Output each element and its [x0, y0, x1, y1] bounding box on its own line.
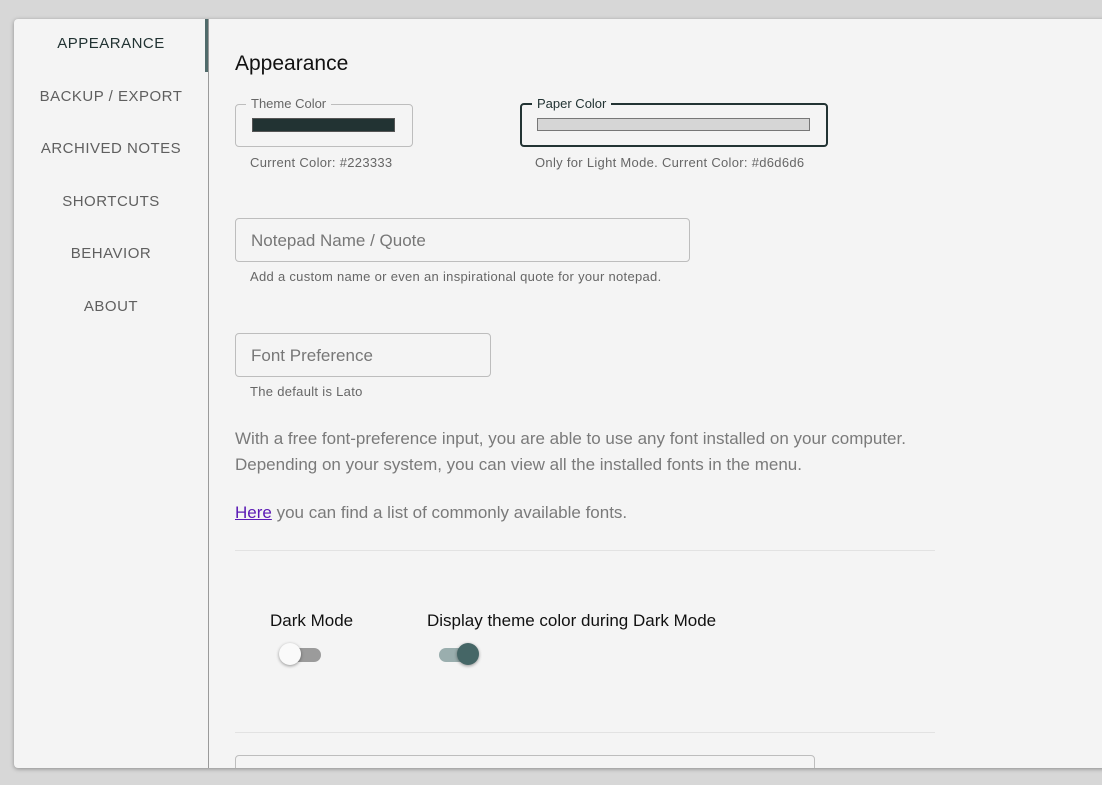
sidebar-item-backup-export[interactable]: BACKUP / EXPORT — [14, 88, 208, 105]
section-divider-2 — [235, 732, 935, 733]
appearance-panel: Appearance Theme Color Current Color: #2… — [235, 19, 1102, 768]
notepad-name-helper: Add a custom name or even an inspiration… — [250, 269, 662, 284]
theme-dark-mode-toggle[interactable] — [439, 643, 483, 667]
theme-color-swatch[interactable] — [252, 118, 395, 132]
sidebar-item-archived-notes[interactable]: ARCHIVED NOTES — [14, 140, 208, 157]
paper-color-label: Paper Color — [532, 96, 612, 112]
sidebar-item-appearance[interactable]: APPEARANCE — [14, 35, 208, 52]
theme-color-field[interactable]: Theme Color — [235, 96, 413, 147]
settings-sidebar: APPEARANCE BACKUP / EXPORT ARCHIVED NOTE… — [14, 19, 209, 768]
paper-color-swatch[interactable] — [537, 118, 810, 131]
theme-dark-mode-label: Display theme color during Dark Mode — [427, 611, 717, 630]
fonts-list-link[interactable]: Here — [235, 503, 272, 522]
notepad-name-placeholder: Notepad Name / Quote — [251, 231, 426, 250]
page-title: Appearance — [235, 52, 349, 75]
sidebar-item-about[interactable]: ABOUT — [14, 298, 208, 315]
font-preference-input[interactable]: Font Preference — [235, 333, 491, 377]
dark-mode-thumb[interactable] — [279, 643, 301, 665]
theme-color-helper: Current Color: #223333 — [250, 155, 393, 170]
paper-color-field[interactable]: Paper Color — [520, 96, 828, 147]
paper-color-helper: Only for Light Mode. Current Color: #d6d… — [535, 155, 805, 170]
theme-color-label: Theme Color — [246, 96, 332, 112]
next-section-field[interactable] — [235, 755, 815, 768]
section-divider — [235, 550, 935, 551]
font-preference-placeholder: Font Preference — [251, 346, 373, 365]
dark-mode-toggle[interactable] — [279, 643, 323, 667]
settings-window: APPEARANCE BACKUP / EXPORT ARCHIVED NOTE… — [14, 19, 1102, 768]
fonts-link-line: Here you can find a list of commonly ava… — [235, 500, 955, 526]
sidebar-item-shortcuts[interactable]: SHORTCUTS — [14, 193, 208, 210]
theme-dark-mode-thumb[interactable] — [457, 643, 479, 665]
sidebar-item-behavior[interactable]: BEHAVIOR — [14, 245, 208, 262]
font-preference-helper: The default is Lato — [250, 384, 363, 399]
notepad-name-input[interactable]: Notepad Name / Quote — [235, 218, 690, 262]
fonts-link-rest: you can find a list of commonly availabl… — [271, 503, 628, 522]
dark-mode-label: Dark Mode — [270, 611, 354, 630]
font-info-text: With a free font-preference input, you a… — [235, 429, 906, 474]
